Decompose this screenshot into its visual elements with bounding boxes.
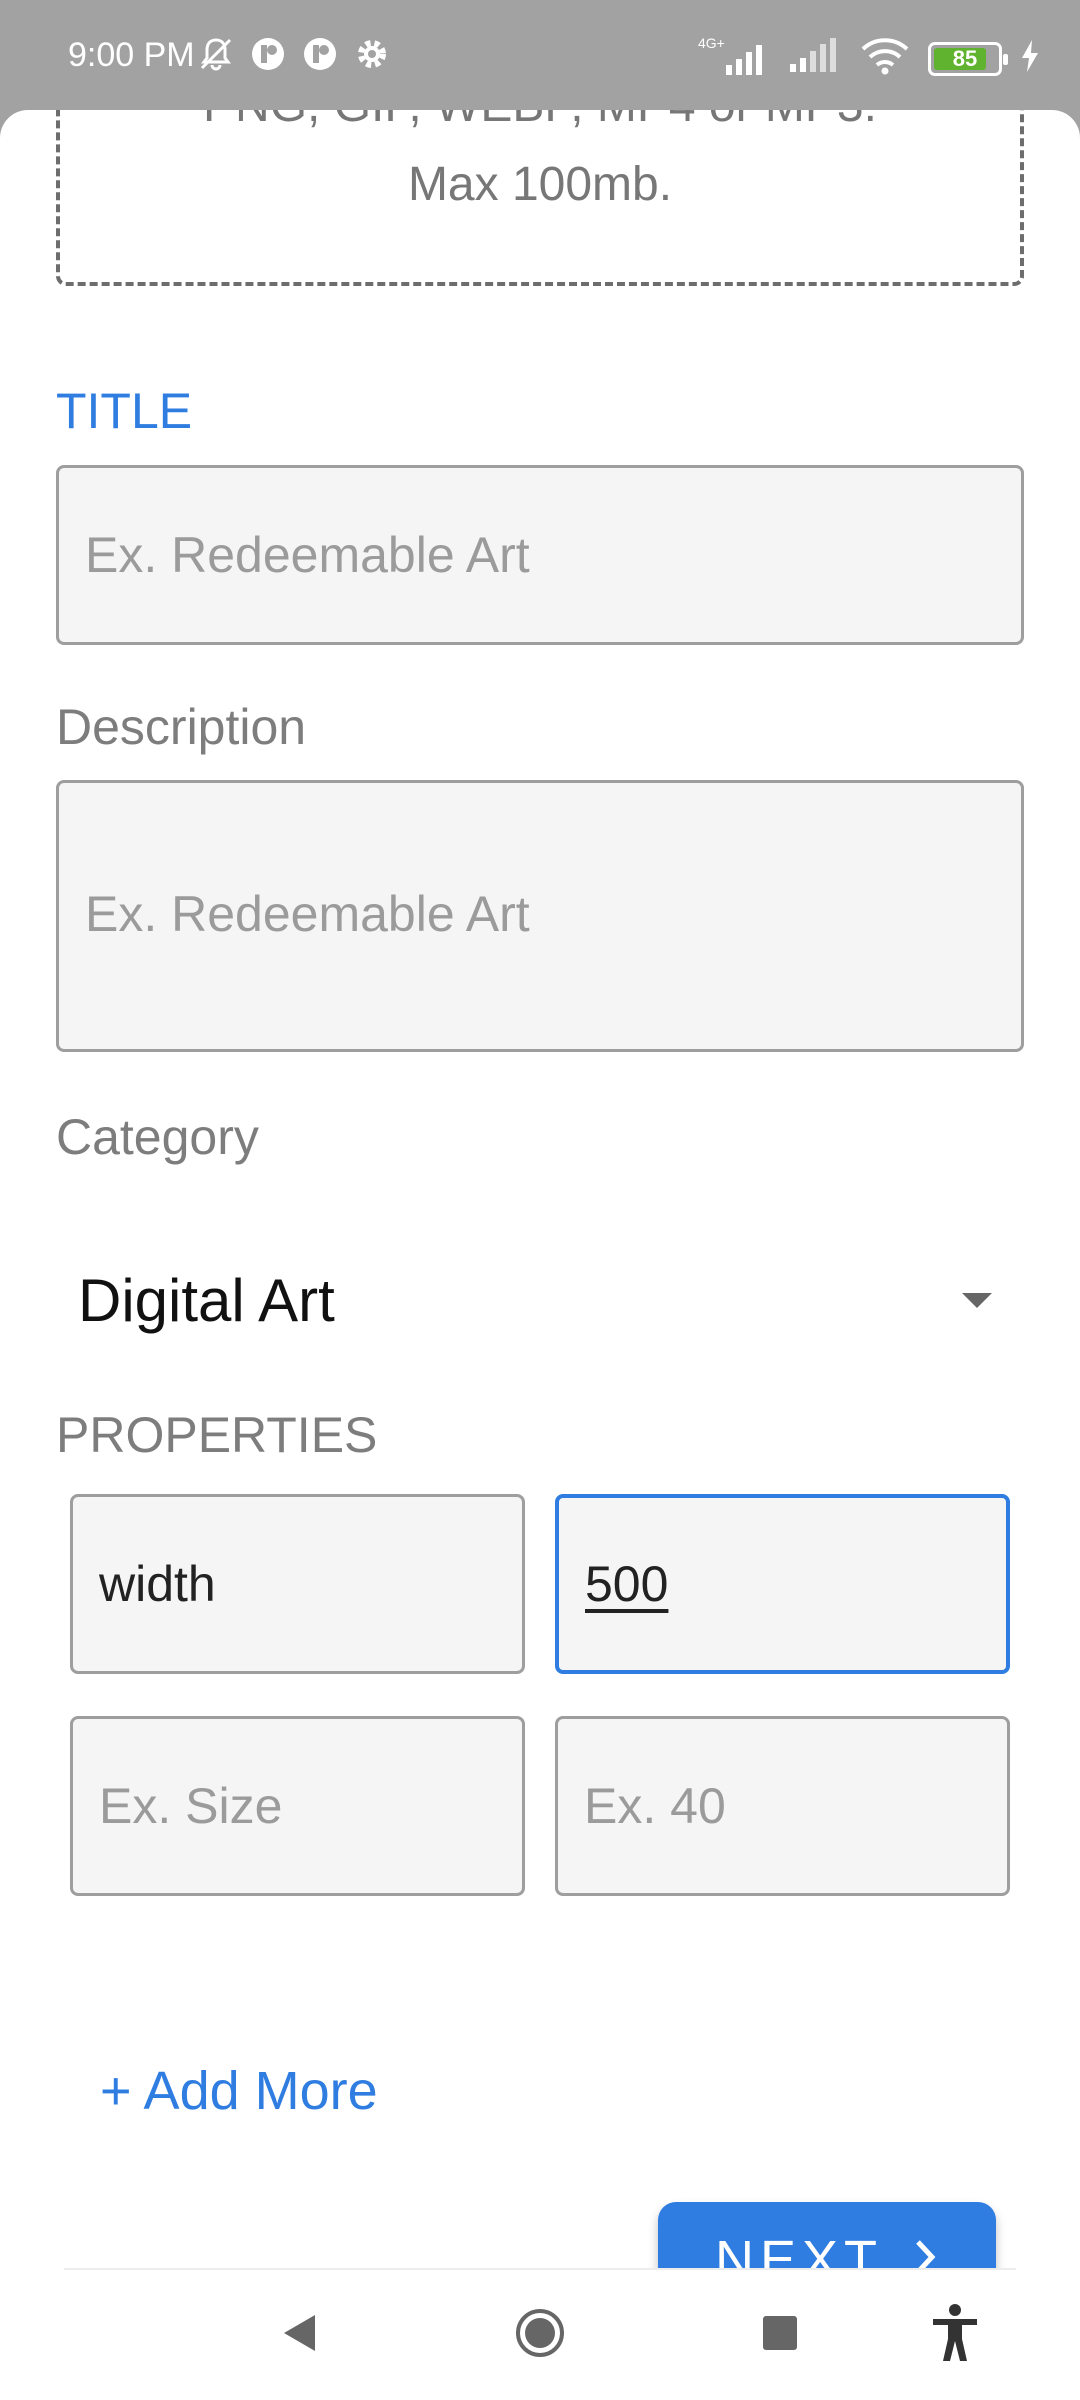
property-key-input[interactable] bbox=[73, 1719, 522, 1893]
property-value-input[interactable] bbox=[558, 1719, 1007, 1893]
network-type-label: 4G+ bbox=[698, 34, 725, 51]
back-triangle-icon bbox=[281, 2313, 319, 2358]
property-key-field[interactable] bbox=[70, 1716, 525, 1896]
file-upload-dropzone[interactable]: PNG, GIF, WEBP, MP4 or MP3. Max 100mb. bbox=[56, 110, 1024, 286]
recents-square-icon bbox=[762, 2315, 798, 2356]
battery-icon: 85 bbox=[928, 41, 1008, 76]
property-key-input[interactable] bbox=[73, 1497, 522, 1671]
app-notification-icon bbox=[250, 36, 286, 72]
description-label: Description bbox=[56, 699, 307, 755]
battery-level: 85 bbox=[952, 45, 978, 71]
muted-bell-icon bbox=[198, 36, 234, 72]
upload-formats-text: PNG, GIF, WEBP, MP4 or MP3. bbox=[60, 110, 1020, 133]
property-value-field[interactable] bbox=[555, 1716, 1010, 1896]
properties-label: PROPERTIES bbox=[56, 1407, 378, 1463]
home-button[interactable] bbox=[510, 2270, 570, 2400]
wifi-icon bbox=[860, 36, 910, 81]
accessibility-icon bbox=[931, 2303, 979, 2368]
signal-icon bbox=[786, 36, 842, 81]
caret-down-icon bbox=[962, 1292, 992, 1308]
gear-icon bbox=[354, 36, 390, 72]
title-input[interactable] bbox=[59, 468, 1021, 642]
upload-size-limit-text: Max 100mb. bbox=[407, 158, 673, 211]
description-input[interactable] bbox=[59, 783, 1021, 1049]
add-more-properties-button[interactable]: + Add More bbox=[100, 2060, 378, 2122]
property-value-field[interactable] bbox=[555, 1494, 1010, 1674]
title-label: TITLE bbox=[56, 383, 193, 439]
accessibility-button[interactable] bbox=[925, 2270, 985, 2400]
category-dropdown[interactable]: Digital Art bbox=[56, 1230, 1024, 1370]
app-notification-icon bbox=[302, 36, 338, 72]
charging-bolt-icon bbox=[1020, 39, 1040, 78]
category-label: Category bbox=[56, 1109, 259, 1165]
status-time: 9:00 PM bbox=[68, 36, 195, 74]
signal-4g-icon: 4G+ bbox=[696, 35, 768, 79]
category-selected-value: Digital Art bbox=[78, 1266, 335, 1334]
home-circle-icon bbox=[514, 2307, 566, 2364]
title-field[interactable] bbox=[56, 465, 1024, 645]
upload-form-sheet: PNG, GIF, WEBP, MP4 or MP3. Max 100mb. T… bbox=[0, 110, 1080, 2400]
property-value-input[interactable] bbox=[559, 1498, 1006, 1670]
status-bar: 9:00 PM 4G+ 85 bbox=[0, 0, 1080, 110]
description-field[interactable] bbox=[56, 780, 1024, 1052]
recents-button[interactable] bbox=[750, 2270, 810, 2400]
back-button[interactable] bbox=[270, 2270, 330, 2400]
property-key-field[interactable] bbox=[70, 1494, 525, 1674]
system-navigation-bar bbox=[0, 2270, 1080, 2400]
